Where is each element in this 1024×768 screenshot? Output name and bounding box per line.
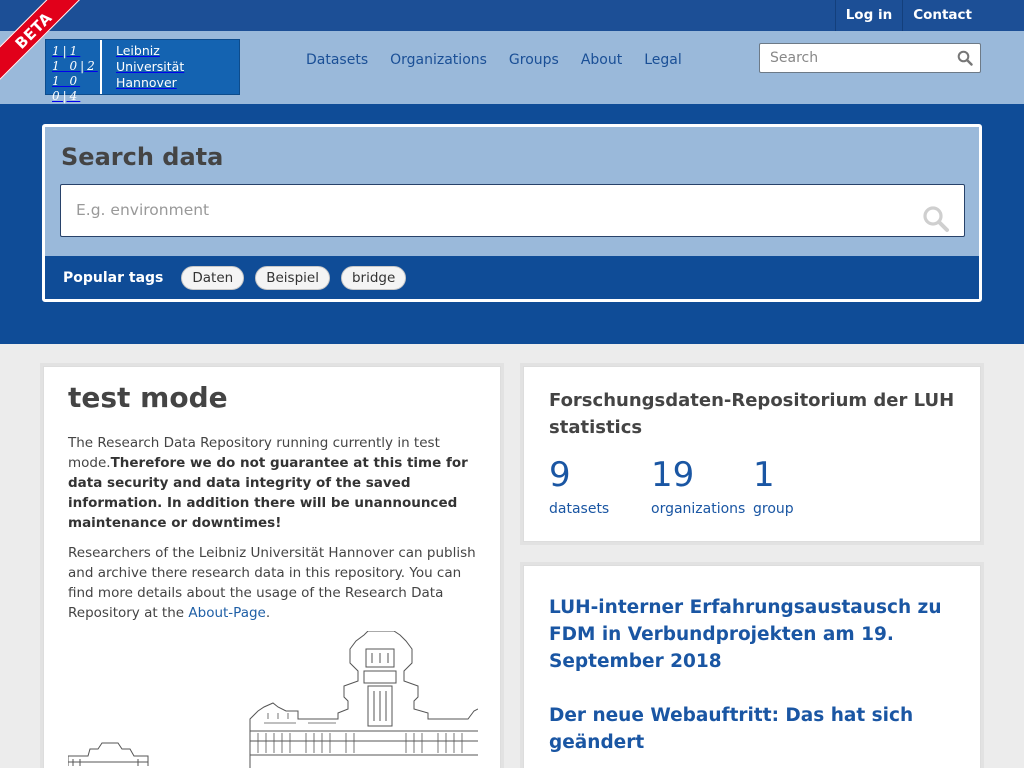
masthead: 1|1 1 0|2 1 0 0|4 Leibniz Universität Ha…: [0, 31, 1024, 104]
statistics-card: Forschungsdaten-Repositorium der LUH sta…: [523, 366, 981, 542]
description-end: .: [265, 605, 271, 621]
nav-legal[interactable]: Legal: [644, 52, 682, 68]
dataset-search-input[interactable]: [61, 185, 901, 235]
logo-text-line: Hannover: [116, 75, 177, 90]
hero-search: [60, 184, 965, 237]
nav-about[interactable]: About: [581, 52, 622, 68]
logo-mark-line: 1 0 0|4: [52, 74, 81, 103]
login-link[interactable]: Log in: [834, 0, 902, 31]
about-page-link[interactable]: About-Page: [188, 605, 265, 621]
logo-text: Leibniz Universität Hannover: [102, 43, 184, 91]
university-logo[interactable]: 1|1 1 0|2 1 0 0|4 Leibniz Universität Ha…: [45, 39, 240, 103]
university-building-illustration: [68, 631, 478, 768]
nav-organizations[interactable]: Organizations: [390, 52, 487, 68]
nav-groups[interactable]: Groups: [509, 52, 559, 68]
stat-label: datasets: [549, 501, 610, 517]
logo-mark-line: 1 0|2: [52, 59, 98, 73]
tag-daten[interactable]: Daten: [181, 265, 245, 290]
nav-datasets[interactable]: Datasets: [306, 52, 368, 68]
news-item[interactable]: LUH-interner Erfahrungsaustausch zu FDM …: [549, 594, 954, 675]
news-card: LUH-interner Erfahrungsaustausch zu FDM …: [523, 565, 981, 768]
logo-mark-line: 1|1: [52, 44, 81, 58]
test-mode-notice: The Research Data Repository running cur…: [68, 433, 478, 533]
stat-value: 9: [549, 455, 571, 495]
stat-label: organizations: [651, 501, 746, 517]
description-text: Researchers of the Leibniz Universität H…: [68, 545, 476, 621]
stat-datasets[interactable]: 9 datasets: [549, 455, 609, 517]
site-search-input[interactable]: [760, 44, 945, 72]
tag-bridge[interactable]: bridge: [340, 265, 407, 290]
search-panel: Search data Popular tags Daten Beispiel …: [42, 124, 982, 302]
hero: Search data Popular tags Daten Beispiel …: [0, 104, 1024, 344]
stat-value: 19: [651, 455, 695, 495]
account-bar: Log in Contact: [0, 0, 1024, 31]
popular-tags-label: Popular tags: [63, 269, 164, 286]
search-icon[interactable]: [922, 205, 950, 233]
logo-text-line: Universität: [116, 59, 185, 74]
test-mode-card: test mode The Research Data Repository r…: [43, 366, 501, 768]
search-icon[interactable]: [957, 50, 973, 66]
notice-warning: Therefore we do not guarantee at this ti…: [68, 455, 468, 531]
stat-label: group: [753, 501, 794, 517]
tag-beispiel[interactable]: Beispiel: [255, 265, 330, 290]
popular-tags: Popular tags Daten Beispiel bridge: [45, 256, 979, 299]
site-search: [759, 43, 981, 73]
test-mode-title: test mode: [68, 381, 228, 414]
statistics-title: Forschungsdaten-Repositorium der LUH sta…: [549, 390, 955, 438]
account-links: Log in Contact: [834, 0, 982, 31]
stat-value: 1: [753, 455, 775, 495]
stat-groups[interactable]: 1 group: [753, 455, 794, 517]
logo-mark: 1|1 1 0|2 1 0 0|4: [46, 40, 102, 103]
logo-text-line: Leibniz: [116, 43, 160, 58]
stat-organizations[interactable]: 19 organizations: [651, 455, 745, 517]
main-nav: Datasets Organizations Groups About Lega…: [295, 31, 693, 89]
contact-link[interactable]: Contact: [902, 0, 982, 31]
search-heading: Search data: [61, 143, 224, 171]
repository-description: Researchers of the Leibniz Universität H…: [68, 543, 482, 623]
news-item[interactable]: Der neue Webauftritt: Das hat sich geänd…: [549, 702, 954, 756]
